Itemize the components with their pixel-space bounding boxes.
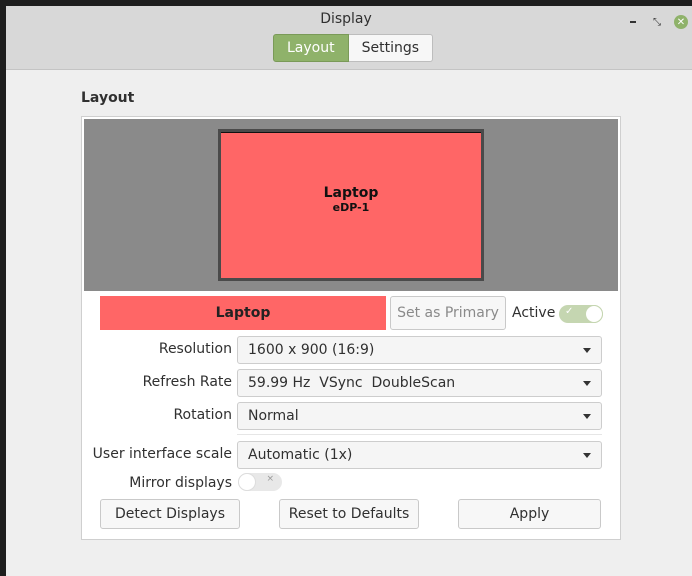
separator [237,434,602,435]
minimize-icon [630,21,636,23]
refresh-rate-value: 59.99 Hz VSync DoubleScan [248,375,456,391]
monitor-preview[interactable]: Laptop eDP-1 [218,129,484,281]
mirror-displays-toggle[interactable]: × [238,473,282,491]
chevron-down-icon [583,348,591,353]
chevron-down-icon [583,414,591,419]
tab-settings[interactable]: Settings [348,34,434,62]
rotation-value: Normal [248,408,299,424]
layout-frame: Laptop eDP-1 Laptop Set as Primary Activ… [81,116,621,540]
refresh-rate-label: Refresh Rate [142,374,232,390]
tab-layout[interactable]: Layout [273,34,349,62]
ui-scale-label: User interface scale [92,446,232,462]
active-toggle[interactable]: ✓ [559,305,603,323]
view-switcher: Layout Settings [273,34,434,62]
apply-button[interactable]: Apply [458,499,601,529]
resolution-value: 1600 x 900 (16:9) [248,342,375,358]
set-as-primary-button[interactable]: Set as Primary [390,296,506,330]
toggle-knob [238,473,256,491]
resolution-label: Resolution [158,341,232,357]
maximize-icon: ⤡ [653,16,661,28]
ui-scale-select[interactable]: Automatic (1x) [237,441,602,469]
refresh-rate-select[interactable]: 59.99 Hz VSync DoubleScan [237,369,602,397]
monitor-name: Laptop [323,185,379,201]
mirror-displays-label: Mirror displays [129,475,232,491]
title-bar: Display ⤡ ✕ Layout Settings [6,6,692,70]
toggle-knob [585,305,603,323]
chevron-down-icon [583,381,591,386]
monitor-preview-screen: Laptop eDP-1 [221,132,481,278]
reset-to-defaults-button[interactable]: Reset to Defaults [279,499,419,529]
window-title: Display [320,11,372,27]
monitor-connector: eDP-1 [332,201,370,214]
resolution-select[interactable]: 1600 x 900 (16:9) [237,336,602,364]
check-icon: ✓ [565,306,574,317]
detect-displays-button[interactable]: Detect Displays [100,499,240,529]
selected-monitor-name: Laptop [100,296,386,330]
rotation-label: Rotation [173,407,232,423]
close-icon: ✕ [676,16,686,28]
close-button[interactable]: ✕ [674,15,688,29]
monitor-arrangement-canvas: Laptop eDP-1 [84,119,618,291]
rotation-select[interactable]: Normal [237,402,602,430]
active-label: Active [512,305,556,321]
section-title: Layout [81,90,135,106]
display-window: Display ⤡ ✕ Layout Settings Layout Lapto… [6,6,692,576]
minimize-button[interactable] [625,14,641,30]
chevron-down-icon [583,453,591,458]
ui-scale-value: Automatic (1x) [248,447,353,463]
maximize-button[interactable]: ⤡ [649,14,665,30]
x-icon: × [266,474,274,484]
